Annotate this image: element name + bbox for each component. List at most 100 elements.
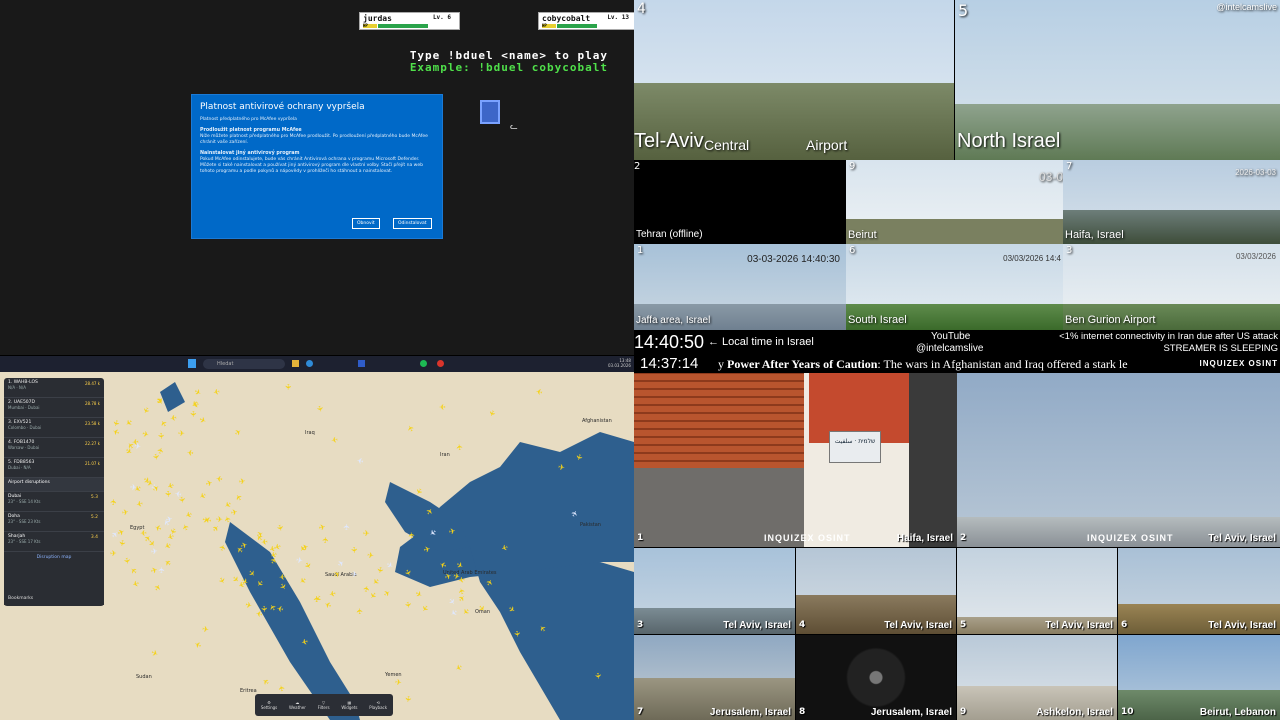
bookmarks-bar[interactable]: Bookmarks: [4, 593, 104, 605]
file-explorer-icon[interactable]: [292, 360, 299, 367]
aircraft-icon[interactable]: ✈: [512, 630, 522, 638]
edge-icon[interactable]: [306, 360, 313, 367]
flight-row[interactable]: 2. UAE507D Mumbai · Dubai 28.78 k: [4, 398, 104, 418]
disruption-map-link[interactable]: Disruption map: [4, 552, 104, 563]
aircraft-icon[interactable]: ✈: [165, 514, 174, 524]
aircraft-icon[interactable]: ✈: [318, 522, 327, 532]
cam-beirut[interactable]: 9 03-0 Beirut: [846, 160, 1063, 244]
aircraft-icon[interactable]: ✈: [330, 435, 338, 445]
channel-watermark: @intelcamslive: [1216, 2, 1277, 12]
app-icon[interactable]: [358, 360, 365, 367]
aircraft-icon[interactable]: ✈: [238, 477, 246, 487]
cam-b3[interactable]: 3 Tel Aviv, Israel: [634, 548, 795, 634]
aircraft-icon[interactable]: ✈: [178, 429, 185, 438]
aircraft-icon[interactable]: ✈: [279, 572, 286, 582]
cam-number: 9: [960, 707, 967, 717]
aircraft-icon[interactable]: ✈: [593, 672, 603, 680]
aircraft-icon[interactable]: ✈: [349, 546, 359, 553]
cam-b8[interactable]: 8 Jerusalem, Israel: [796, 635, 956, 720]
filters-button[interactable]: ▽ Filters: [318, 700, 330, 710]
door: [909, 373, 957, 547]
flight-row[interactable]: 3. EXV521 Colombo · Dubai 23.58 k: [4, 418, 104, 438]
cam-jaffa[interactable]: 1 03-03-2026 14:40:30 Jaffa area, Israel: [634, 244, 846, 330]
widgets-button[interactable]: ▦ Widgets: [341, 700, 357, 710]
cam-b9[interactable]: 9 Ashkelon, Israel: [957, 635, 1117, 720]
aircraft-icon[interactable]: ✈: [283, 383, 292, 390]
aircraft-icon[interactable]: ✈: [342, 523, 351, 530]
aircraft-icon[interactable]: ✈: [157, 567, 166, 574]
airport-row[interactable]: Doha 23° · SSE 23 Kts 5.2: [4, 512, 104, 532]
aircraft-icon[interactable]: ✈: [212, 386, 220, 396]
cam-b1-haifa[interactable]: שלמית · سلفيت 1 INQUIZEX OSINT Haifa, Is…: [634, 373, 957, 547]
aircraft-icon[interactable]: ✈: [312, 596, 321, 603]
aircraft-icon[interactable]: ✈: [170, 413, 178, 423]
cam-b2-tel-aviv[interactable]: 2 INQUIZEX OSINT Tel Aviv, Israel: [957, 373, 1280, 547]
cam-b4[interactable]: 4 Tel Aviv, Israel: [796, 548, 956, 634]
aircraft-icon[interactable]: ✈: [321, 536, 331, 544]
cam-south-israel[interactable]: 6 03/03/2026 14:4 South Israel: [846, 244, 1063, 330]
windows-start-icon[interactable]: [188, 359, 196, 368]
airport-row[interactable]: Dubai 23° · SSE 14 Kts 5.3: [4, 492, 104, 512]
taskbar-search-input[interactable]: Hledat: [203, 359, 285, 369]
aircraft-icon[interactable]: ✈: [439, 402, 446, 411]
aircraft-icon[interactable]: ✈: [355, 607, 365, 615]
aircraft-icon[interactable]: ✈: [216, 474, 223, 484]
aircraft-icon[interactable]: ✈: [188, 411, 197, 418]
cam-number: 7: [1066, 161, 1073, 172]
airport-disruptions-header[interactable]: Airport disruptions: [4, 478, 104, 492]
aircraft-icon[interactable]: ✈: [448, 526, 456, 536]
aircraft-icon[interactable]: ✈: [140, 528, 147, 537]
aircraft-icon[interactable]: ✈: [156, 432, 165, 439]
aircraft-icon[interactable]: ✈: [174, 488, 182, 498]
cam-sublabel: Airport: [806, 137, 848, 153]
street-sign: שלמית · سلفيت: [829, 431, 881, 463]
cam-haifa[interactable]: 7 2026-03-03 Haifa, Israel: [1063, 160, 1280, 244]
cam-tel-aviv[interactable]: 4 Tel-Aviv Central Airport: [634, 0, 954, 160]
aircraft-icon[interactable]: ✈: [121, 508, 129, 518]
aircraft-icon[interactable]: ✈: [403, 601, 413, 609]
aircraft-icon[interactable]: ✈: [110, 549, 117, 558]
aircraft-icon[interactable]: ✈: [328, 588, 337, 598]
aircraft-icon[interactable]: ✈: [150, 547, 158, 557]
settings-button[interactable]: ⚙ Settings: [261, 700, 277, 710]
cam-ben-gurion[interactable]: 3 03/03/2026 Ben Gurion Airport: [1063, 244, 1280, 330]
cam-tehran[interactable]: 2 Tehran (offline): [634, 160, 846, 244]
airport-temp: 23°: [8, 519, 16, 524]
flight-row[interactable]: 4. FOB1470 Warsaw · Dubai 22.27 k: [4, 438, 104, 458]
aircraft-icon[interactable]: ✈: [375, 566, 385, 574]
aircraft-icon[interactable]: ✈: [163, 491, 172, 498]
airport-row[interactable]: Sharjah 23° · SSE 17 Kts 3.4: [4, 532, 104, 552]
aircraft-icon[interactable]: ✈: [122, 557, 132, 565]
aircraft-icon[interactable]: ✈: [201, 625, 209, 635]
playback-button[interactable]: ⟲ Playback: [369, 700, 387, 710]
aircraft-icon[interactable]: ✈: [407, 531, 417, 539]
flight-row[interactable]: 1. WAHB-LOS N/A · N/A 28.47 k: [4, 378, 104, 398]
aircraft-icon[interactable]: ✈: [351, 570, 359, 580]
news-ticker: 14:37:14 y Power After Years of Caution:…: [634, 355, 1280, 373]
aircraft-icon[interactable]: ✈: [366, 551, 374, 561]
spotify-icon[interactable]: [420, 360, 427, 367]
aircraft-icon[interactable]: ✈: [363, 530, 370, 538]
uninstall-button[interactable]: Odinstalovat: [393, 218, 432, 229]
aircraft-icon[interactable]: ✈: [130, 483, 137, 492]
weather-button[interactable]: ☁ Weather: [289, 700, 306, 710]
cam-b6[interactable]: 6 Tel Aviv, Israel: [1118, 548, 1280, 634]
aircraft-icon[interactable]: ✈: [187, 448, 194, 457]
cam-b7[interactable]: 7 Jerusalem, Israel: [634, 635, 795, 720]
cam-b5[interactable]: 5 Tel Aviv, Israel: [957, 548, 1117, 634]
aircraft-icon[interactable]: ✈: [109, 498, 119, 506]
renew-button[interactable]: Obnovit: [352, 218, 380, 229]
record-icon[interactable]: [437, 360, 444, 367]
aircraft-icon[interactable]: ✈: [216, 515, 223, 524]
cam-b10[interactable]: 10 Beirut, Lebanon: [1118, 635, 1280, 720]
cam-north-israel[interactable]: 5 @intelcamslive North Israel: [955, 0, 1280, 160]
flight-row[interactable]: 5. FDB8563 Dubai · N/A 21.07 k: [4, 458, 104, 478]
aircraft-icon[interactable]: ✈: [151, 453, 161, 462]
aircraft-icon[interactable]: ✈: [230, 507, 238, 517]
aircraft-icon[interactable]: ✈: [395, 678, 403, 688]
aircraft-icon[interactable]: ✈: [455, 443, 465, 451]
aircraft-icon[interactable]: ✈: [117, 539, 127, 547]
aircraft-icon[interactable]: ✈: [403, 695, 413, 703]
aircraft-icon[interactable]: ✈: [557, 463, 565, 473]
aircraft-icon[interactable]: ✈: [135, 498, 143, 508]
